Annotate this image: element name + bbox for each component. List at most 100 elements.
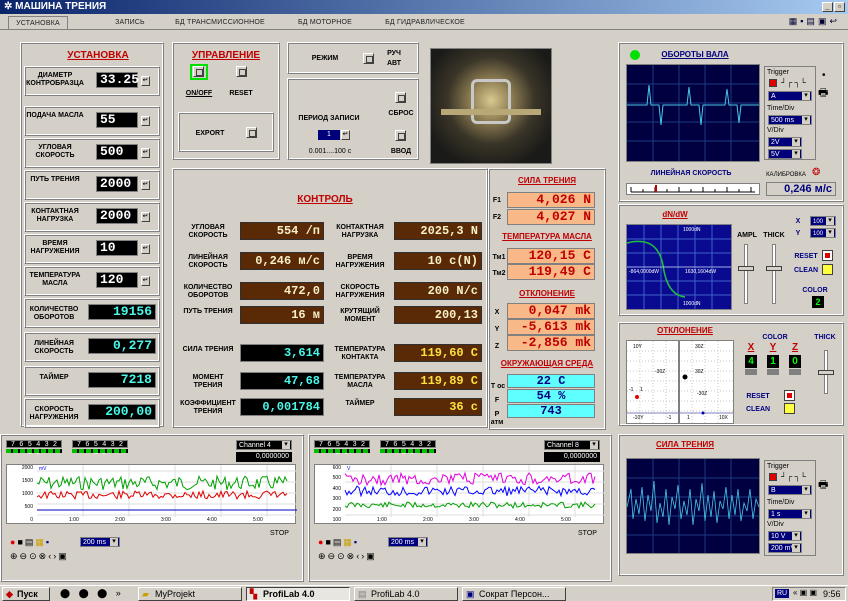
setup-row-input[interactable]: 120 [96, 272, 138, 288]
zoom-in-icon[interactable]: ⊕ [318, 551, 328, 561]
tab-setup[interactable]: УСТАНОВКА [8, 16, 68, 29]
shaft-time-select[interactable]: 500 ms [768, 115, 812, 125]
setup-row-input[interactable]: 2000 [96, 208, 138, 224]
tray-icons[interactable]: « ▣ ▣ [793, 588, 817, 597]
dndw-color-value[interactable]: 2 [812, 296, 824, 308]
reset-ru-button[interactable] [395, 92, 406, 103]
shaft-v2-select[interactable]: 5V [768, 149, 802, 159]
setup-row-input[interactable]: 33.25 [96, 72, 139, 88]
onoff-button[interactable] [193, 66, 204, 77]
stop-icon[interactable]: ■ [325, 537, 332, 547]
setup-row-enter-button[interactable]: ↵ [141, 76, 150, 86]
timebase-select[interactable]: 200 ms [388, 537, 428, 547]
print-icon[interactable]: ▤ [806, 16, 818, 26]
export-icon[interactable]: ▣ [58, 551, 69, 561]
period-input[interactable]: 1 [318, 130, 340, 140]
recorder-plot[interactable]: 600 500 400 300 200 100 1:00 2:00 3:00 4:00 5:00 V [314, 464, 605, 524]
timebase-select[interactable]: 200 ms [80, 537, 120, 547]
recorder-zoom-toolbar[interactable]: ⊕⊖⊙⊗‹›▣ [318, 550, 438, 562]
print-icon[interactable]: ▤ [333, 537, 344, 547]
task-profilab-active[interactable]: ▚ ProfiLab 4.0 [246, 587, 350, 601]
zoom-in-icon[interactable]: ⊕ [10, 551, 20, 561]
setup-row-input[interactable]: 500 [96, 144, 138, 160]
period-enter-button[interactable]: ↵ [341, 130, 350, 140]
dndw-reset-button[interactable] [822, 250, 833, 261]
friction-v2-select[interactable]: 200 mV [768, 543, 802, 553]
dev-clean-button[interactable] [784, 403, 795, 414]
setup-row-enter-button[interactable]: ↵ [141, 276, 150, 286]
deviation-plot[interactable]: 10Y 30Z -30Z 30Z -1 1 -30Z -10Y -1 1 10X [626, 340, 734, 424]
zoom-reset-icon[interactable]: ⊗ [39, 551, 49, 561]
tab-db-hydraulic[interactable]: БД ГИДРАВЛИЧЕСКОЕ [370, 16, 480, 29]
friction-print-icon[interactable]: 🖶 [818, 476, 828, 495]
task-myprojekt[interactable]: ▰ MyProjekt [138, 587, 242, 601]
dev-z-color-value[interactable]: 0 [789, 355, 801, 368]
save-icon[interactable]: ▪ [354, 537, 359, 547]
friction-trigger-edge-icon[interactable]: ┘┌ ┐└ [781, 472, 806, 481]
friction-v1-select[interactable]: 10 V [768, 531, 802, 541]
tab-db-motor[interactable]: БД МОТОРНОЕ [280, 16, 370, 29]
scope-print-icon[interactable]: 🖶 [818, 84, 828, 103]
open-icon[interactable]: ▦ [343, 537, 354, 547]
restore-button[interactable]: ▫ [834, 2, 845, 12]
quicklaunch-icons[interactable]: ⬤ ⬤ ⬤ » [60, 588, 124, 599]
channel-select[interactable]: Channel 4 [236, 440, 292, 450]
export-icon[interactable]: ▣ [366, 551, 377, 561]
ampl-slider-track[interactable] [744, 244, 748, 304]
mode-toggle[interactable] [363, 53, 374, 64]
export-button[interactable] [246, 127, 257, 138]
shaft-scope[interactable] [626, 64, 760, 162]
task-sokrat[interactable]: ▣ Сократ Персон... [462, 587, 566, 601]
lang-indicator[interactable]: RU [775, 589, 790, 598]
input-button[interactable] [395, 130, 406, 141]
shaft-v1-select[interactable]: 2V [768, 137, 802, 147]
dndw-x-select[interactable]: 100 [810, 216, 836, 226]
dev-z-spinner[interactable] [789, 369, 801, 375]
dev-x-spinner[interactable] [745, 369, 757, 375]
tab-db-transmission[interactable]: БД ТРАНСМИССИОННОЕ [170, 16, 270, 29]
setup-row-enter-button[interactable]: ↵ [141, 212, 150, 222]
print-icon[interactable]: ▤ [25, 537, 36, 547]
shaft-trigger-select[interactable]: A [768, 91, 812, 101]
setup-row-enter-button[interactable]: ↵ [141, 148, 150, 158]
open-icon[interactable]: ▦ [789, 16, 801, 26]
dev-y-spinner[interactable] [767, 369, 779, 375]
channel-select[interactable]: Channel 8 [544, 440, 600, 450]
recorder-zoom-toolbar[interactable]: ⊕⊖⊙⊗‹›▣ [10, 550, 130, 562]
setup-row-enter-button[interactable]: ↵ [141, 116, 150, 126]
zoom-fit-icon[interactable]: ⊙ [337, 551, 347, 561]
dev-reset-button[interactable] [784, 390, 795, 401]
exit-icon[interactable]: ↩ [829, 16, 840, 26]
toolbar-icons[interactable]: ▦▪▤▣↩ [789, 16, 840, 27]
dndw-plot[interactable]: 1000dN -864,0000dW 1630,1604dW 1000dN [626, 224, 732, 310]
dev-y-color-value[interactable]: 1 [767, 355, 779, 368]
reset-button[interactable] [236, 66, 247, 77]
setup-row-enter-button[interactable]: ↵ [141, 180, 150, 190]
friction-time-select[interactable]: 1 s [768, 509, 812, 519]
dndw-y-select[interactable]: 100 [810, 228, 836, 238]
dev-thick-thumb[interactable] [818, 370, 834, 375]
minimize-button[interactable]: _ [822, 2, 833, 12]
thick-slider-track[interactable] [772, 244, 776, 304]
preview-icon[interactable]: ▣ [818, 16, 830, 26]
task-profilab[interactable]: ▤ ProfiLab 4.0 [354, 587, 458, 601]
zoom-out-icon[interactable]: ⊖ [328, 551, 338, 561]
trigger-stop-icon[interactable] [769, 79, 777, 87]
friction-scope[interactable] [626, 458, 760, 554]
calib-icon[interactable]: ❂ [812, 167, 820, 178]
thick-slider-thumb[interactable] [766, 266, 782, 271]
setup-row-input[interactable]: 55 [96, 112, 138, 128]
zoom-fit-icon[interactable]: ⊙ [29, 551, 39, 561]
setup-row-enter-button[interactable]: ↵ [141, 244, 150, 254]
zoom-out-icon[interactable]: ⊖ [20, 551, 30, 561]
dev-x-color-value[interactable]: 4 [745, 355, 757, 368]
ampl-slider-thumb[interactable] [738, 266, 754, 271]
start-button[interactable]: ◆ Пуск [2, 587, 50, 601]
trigger-rise-icon[interactable]: ┘┌ ┐└ [781, 78, 806, 87]
recorder-plot[interactable]: 2000 1500 1000 500 0 1:00 2:00 3:00 4:00 5:00 mV [6, 464, 297, 524]
friction-trigger-select[interactable]: B [768, 485, 812, 495]
zoom-reset-icon[interactable]: ⊗ [347, 551, 357, 561]
setup-row-input[interactable]: 2000 [96, 176, 138, 192]
save-icon[interactable]: ▪ [46, 537, 51, 547]
tab-record[interactable]: ЗАПИСЬ [100, 16, 160, 29]
